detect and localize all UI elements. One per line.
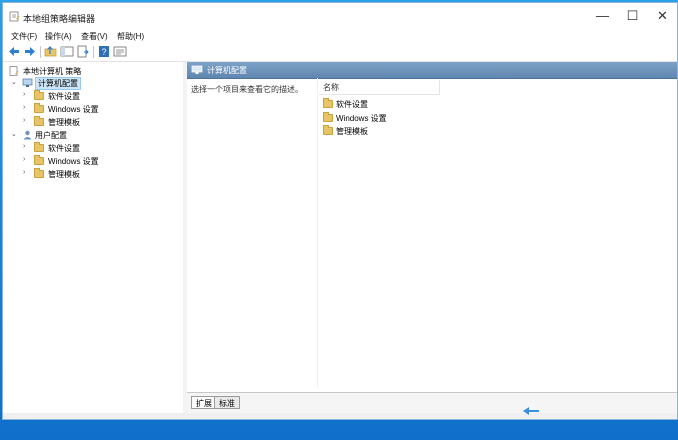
status-bar [3,413,677,419]
folder-icon [323,112,333,122]
toolbar: ? [3,43,677,62]
tree-item-label: 计算机配置 [35,77,81,90]
export-list-icon[interactable] [76,45,90,58]
tree-item-label: 管理模板 [48,118,80,127]
help-icon[interactable]: ? [97,45,111,58]
group-policy-editor-window: 本地组策略编辑器 — ☐ ✕ 文件(F) 操作(A) 查看(V) 帮助(H) ?… [2,2,678,420]
description-panel: 选择一个项目来查看它的描述。 [187,78,318,388]
window-title: 本地组策略编辑器 [23,14,96,24]
content-header: 计算机配置 [187,62,677,79]
column-header-label: 名称 [323,83,339,92]
tree-item-label: 用户配置 [35,131,67,140]
back-arrow-icon[interactable] [7,45,21,58]
chevron-right-icon[interactable]: › [23,117,31,124]
chevron-right-icon[interactable]: › [23,143,31,150]
chevron-right-icon[interactable]: › [23,169,31,176]
svg-text:?: ? [101,47,106,57]
menu-bar: 文件(F) 操作(A) 查看(V) 帮助(H) [3,29,677,43]
content-header-title: 计算机配置 [207,66,247,75]
description-text: 选择一个项目来查看它的描述。 [191,85,303,94]
folder-icon [34,155,44,165]
tree-item-label: 管理模板 [48,170,80,179]
tree-item-label: Windows 设置 [48,105,99,114]
policy-editor-icon [9,11,20,22]
title-bar[interactable]: 本地组策略编辑器 — ☐ ✕ [3,3,677,29]
tree-item-label: 软件设置 [48,92,80,101]
folder-icon [323,125,333,135]
forward-arrow-icon[interactable] [23,45,37,58]
list-item-label: Windows 设置 [336,114,387,123]
navigation-tree: 本地计算机 策略 ⌄ 计算机配置 › 软件设置 › Windows 设置 › 管… [3,62,184,417]
list-item-label: 软件设置 [336,100,368,109]
close-button[interactable]: ✕ [647,3,678,29]
tree-item-computer-config[interactable]: ⌄ 计算机配置 [11,77,111,90]
menu-view[interactable]: 查看(V) [81,31,108,42]
toolbar-separator [40,46,41,58]
list-item-label: 管理模板 [336,127,368,136]
chevron-right-icon[interactable]: › [23,91,31,98]
folder-icon [34,116,44,126]
properties-icon[interactable] [113,45,127,58]
up-folder-icon[interactable] [44,45,58,58]
chevron-down-icon[interactable]: ⌄ [11,130,19,138]
computer-icon [191,65,203,74]
maximize-button[interactable]: ☐ [617,3,648,29]
folder-icon [323,98,333,108]
user-icon [23,130,32,140]
menu-help[interactable]: 帮助(H) [117,31,144,42]
toolbar-separator [93,46,94,58]
tree-root-label: 本地计算机 策略 [23,67,82,76]
tree-item-label: Windows 设置 [48,157,99,166]
menu-action[interactable]: 操作(A) [45,31,72,42]
arrow-left-icon [523,407,539,415]
menu-file[interactable]: 文件(F) [11,31,37,42]
minimize-button[interactable]: — [587,3,618,29]
policy-document-icon [9,66,19,76]
chevron-down-icon[interactable]: ⌄ [11,78,19,86]
tab-standard[interactable]: 标准 [214,396,240,409]
chevron-right-icon[interactable]: › [23,156,31,163]
folder-icon [34,90,44,100]
folder-icon [34,168,44,178]
tree-item-label: 软件设置 [48,144,80,153]
show-hide-tree-icon[interactable] [60,45,74,58]
folder-icon [34,142,44,152]
column-header-name[interactable]: 名称 [319,80,440,95]
content-pane: 计算机配置 选择一个项目来查看它的描述。 名称 软件设置 Windows 设置 … [187,62,677,417]
chevron-right-icon[interactable]: › [23,104,31,111]
computer-icon [22,78,33,87]
folder-icon [34,103,44,113]
